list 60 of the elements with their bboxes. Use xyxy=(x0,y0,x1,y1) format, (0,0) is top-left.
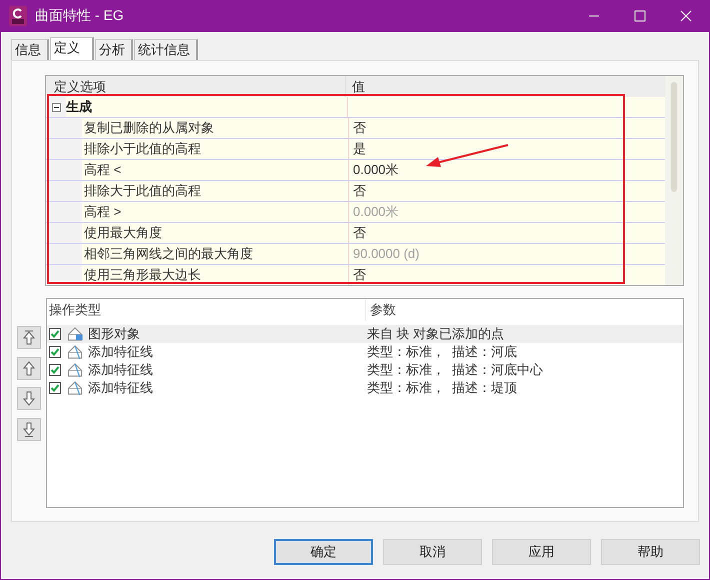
group-label: 生成 xyxy=(66,97,348,117)
checkbox[interactable] xyxy=(49,382,61,394)
checkbox[interactable] xyxy=(49,364,61,376)
move-bottom-button[interactable] xyxy=(17,418,41,441)
bar-arrow-icon xyxy=(22,329,36,346)
dialog-button[interactable]: 确定 xyxy=(274,539,373,565)
arrow-icon xyxy=(22,390,36,407)
property-value[interactable]: 否 xyxy=(349,118,366,138)
property-name: 使用三角形最大边长 xyxy=(82,265,349,285)
property-name: 排除小于此值的高程 xyxy=(82,139,349,159)
column-header: 操作类型 xyxy=(47,299,366,321)
tab[interactable]: 分析 xyxy=(95,39,133,60)
maximize-icon[interactable] xyxy=(634,10,646,22)
dialog-button[interactable]: 取消 xyxy=(383,539,482,565)
property-value[interactable]: 0.000米 xyxy=(349,160,399,180)
operation-parameters: 类型：标准， 描述：堤顶 xyxy=(366,379,518,397)
surface-icon xyxy=(66,380,84,396)
operation-type: 添加特征线 xyxy=(88,379,153,397)
property-value[interactable]: 否 xyxy=(349,265,366,285)
arrow-icon xyxy=(22,360,36,377)
app-icon xyxy=(9,6,27,26)
operation-row[interactable]: 图形对象 来自 块 对象已添加的点 xyxy=(47,325,683,343)
tab[interactable]: 统计信息 xyxy=(134,39,198,60)
move-top-button[interactable] xyxy=(17,326,41,349)
move-up-button[interactable] xyxy=(17,357,41,380)
operation-type: 添加特征线 xyxy=(88,343,153,361)
property-name: 高程 < xyxy=(82,160,349,180)
column-header: 值 xyxy=(351,78,365,96)
window-title: 曲面特性 - EG xyxy=(35,7,125,25)
property-name: 排除大于此值的高程 xyxy=(82,181,349,201)
property-value[interactable]: 否 xyxy=(349,181,366,201)
property-value[interactable]: 是 xyxy=(349,139,366,159)
bar-arrow-icon xyxy=(22,421,36,438)
property-name: 使用最大角度 xyxy=(82,223,349,243)
operation-type: 添加特征线 xyxy=(88,361,153,379)
operation-parameters: 来自 块 对象已添加的点 xyxy=(366,325,504,343)
operation-parameters: 类型：标准， 描述：河底 xyxy=(366,343,518,361)
dialog-button[interactable]: 应用 xyxy=(492,539,591,565)
surface-icon xyxy=(66,344,84,360)
move-down-button[interactable] xyxy=(17,387,41,410)
column-header: 参数 xyxy=(369,301,396,319)
property-name: 复制已删除的从属对象 xyxy=(82,118,349,138)
collapse-icon[interactable] xyxy=(52,102,60,112)
operation-type: 图形对象 xyxy=(88,325,140,343)
checkbox[interactable] xyxy=(49,328,61,340)
checkbox[interactable] xyxy=(49,346,61,358)
scrollbar[interactable] xyxy=(665,76,683,285)
operation-parameters: 类型：标准， 描述：河底中心 xyxy=(366,361,544,379)
surface-icon xyxy=(66,326,84,342)
dialog-button[interactable]: 帮助 xyxy=(601,539,700,565)
tab[interactable]: 信息 xyxy=(11,39,49,60)
tab[interactable]: 定义 xyxy=(50,37,94,60)
operation-row[interactable]: 添加特征线 类型：标准， 描述：堤顶 xyxy=(47,379,683,397)
surface-icon xyxy=(66,362,84,378)
close-icon[interactable] xyxy=(680,10,692,22)
property-value[interactable]: 否 xyxy=(349,223,366,243)
operation-row[interactable]: 添加特征线 类型：标准， 描述：河底 xyxy=(47,343,683,361)
property-name: 相邻三角网线之间的最大角度 xyxy=(82,244,349,264)
operation-row[interactable]: 添加特征线 类型：标准， 描述：河底中心 xyxy=(47,361,683,379)
property-name: 高程 > xyxy=(82,202,349,222)
